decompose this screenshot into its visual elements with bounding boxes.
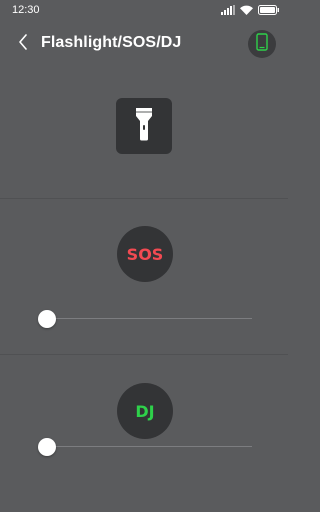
battery-icon [258, 5, 280, 15]
status-bar: 12:30 [0, 0, 288, 20]
screen-light-button[interactable] [248, 30, 276, 58]
signal-icon [221, 5, 235, 15]
app-bar: Flashlight/SOS/DJ [0, 28, 288, 60]
sos-speed-slider[interactable] [38, 309, 252, 329]
back-chevron-icon [18, 33, 28, 55]
status-icons [221, 5, 280, 15]
divider [0, 198, 288, 199]
status-time: 12:30 [12, 4, 40, 16]
dj-label: DJ [135, 401, 155, 421]
divider [0, 354, 288, 355]
dj-speed-slider[interactable] [38, 437, 252, 457]
sos-button[interactable]: SOS [117, 226, 173, 282]
flashlight-button[interactable] [116, 98, 172, 154]
flashlight-icon [135, 107, 153, 146]
dj-slider-track [46, 446, 252, 447]
phone-screen-icon [256, 32, 268, 56]
sos-label: SOS [126, 244, 164, 264]
wifi-icon [240, 5, 253, 15]
dj-slider-thumb[interactable] [38, 438, 56, 456]
sos-slider-track [46, 318, 252, 319]
dj-button[interactable]: DJ [117, 383, 173, 439]
back-button[interactable] [12, 32, 34, 56]
sos-slider-thumb[interactable] [38, 310, 56, 328]
page-title: Flashlight/SOS/DJ [41, 34, 182, 51]
